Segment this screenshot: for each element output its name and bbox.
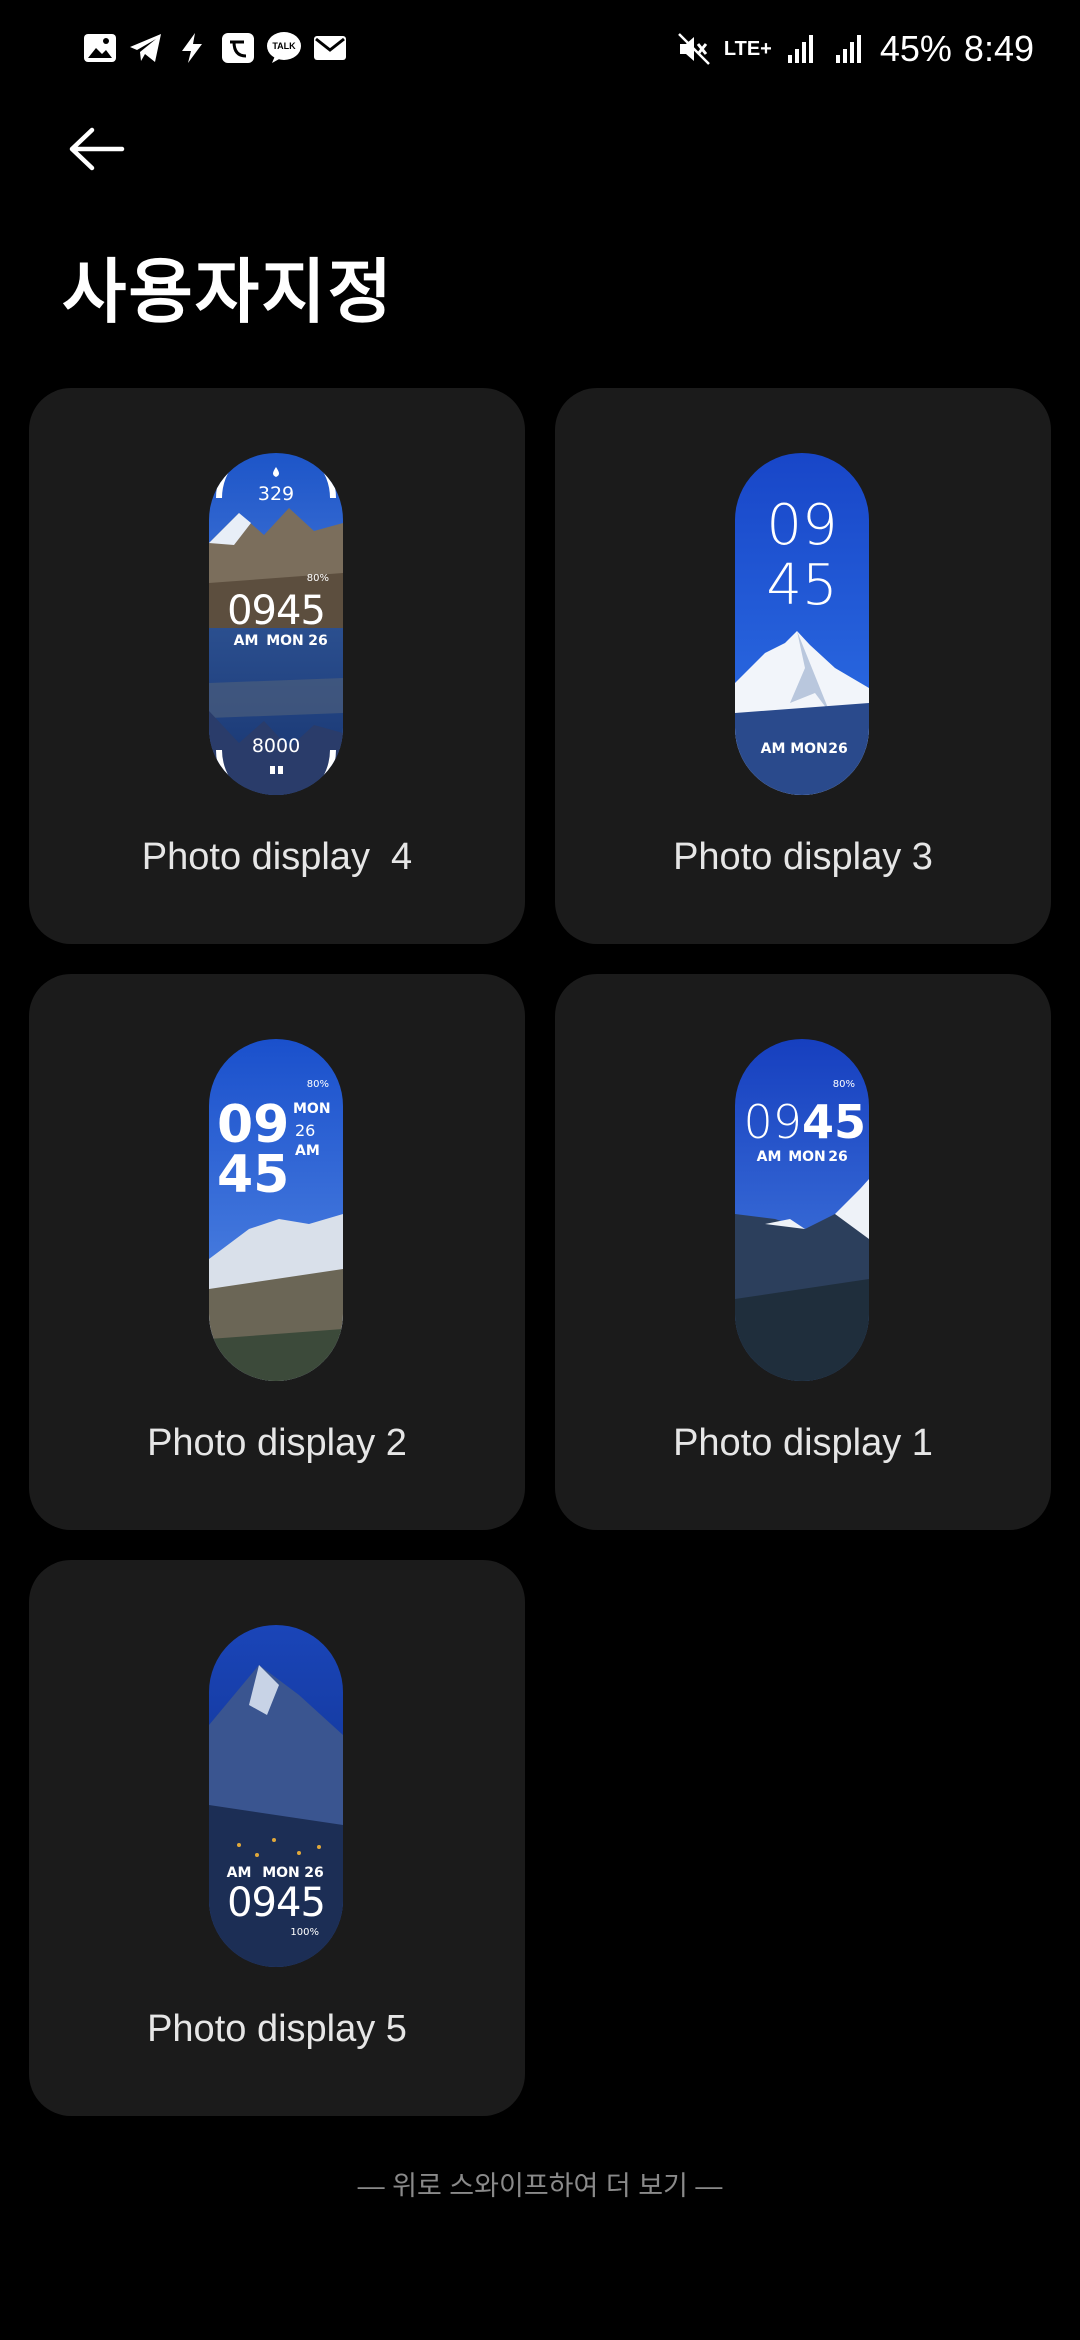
battery-status: 80% [832,1079,855,1090]
watchface-card-photo-display-2[interactable]: 80% 09 45 MON 26 AM Photo display 2 [29,974,525,1530]
watch-day: MON [266,633,304,649]
talk-badge-text: TALK [272,41,296,51]
watch-day: MON [262,1865,300,1881]
watchface-card-photo-display-3[interactable]: 09 45 AM MON 26 Photo display 3 [555,388,1051,944]
watch-date: 26 [308,633,328,649]
card-label: Photo display 1 [673,1422,933,1464]
card-label: Photo display 2 [147,1422,407,1464]
watch-hour: 09 [766,493,838,558]
signal-icon-1 [787,35,813,63]
watch-ampm: AM [760,741,786,757]
watch-date: 26 [828,1149,848,1165]
watch-ampm: AM [226,1865,252,1881]
talk-icon: TALK [266,30,302,66]
watch-date: 26 [295,1121,316,1140]
steps-value: 8000 [251,735,301,757]
watch-ampm: AM [756,1149,782,1165]
watch-time: 0945 [227,588,326,634]
card-label: Photo display 4 [141,836,413,878]
watchface-preview: 80% 09 45 MON 26 AM [209,1039,343,1381]
card-label: Photo display 3 [673,836,933,878]
watch-minute: 45 [217,1145,290,1205]
card-label: Photo display 5 [147,2008,407,2050]
watch-minute: 45 [802,1095,867,1149]
watchface-preview: 329 80% 0945 AM MON 26 8000 [209,453,343,795]
signal-icon-2 [835,35,861,63]
battery-percentage: 45% [879,28,952,69]
calories-value: 329 [257,483,295,505]
watchface-card-photo-display-4[interactable]: 329 80% 0945 AM MON 26 8000 Photo displa… [29,388,525,944]
page-title: 사용자지정 [62,253,394,331]
telegram-icon [130,34,161,62]
watchface-preview: AM MON 26 0945 100% [209,1625,343,1967]
network-type: LTE+ [723,38,772,60]
mail-icon [314,36,346,60]
system-status: LTE+ 45% 8:49 [676,28,1034,70]
back-arrow-icon[interactable] [66,124,126,174]
watchface-card-photo-display-5[interactable]: AM MON 26 0945 100% Photo display 5 [29,1560,525,2116]
mute-icon [678,33,710,65]
battery-status: 80% [306,573,329,584]
watch-day: MON [293,1101,331,1117]
watchface-preview: 09 45 AM MON 26 [735,453,869,795]
watch-time: 0945 [227,1880,326,1926]
watch-day: MON [788,1149,826,1165]
mountain-valley-image [209,1039,343,1381]
watch-hour: 09 [743,1095,802,1149]
watchface-card-photo-display-1[interactable]: 80% 09 45 AM MON 26 Photo display 1 [555,974,1051,1530]
gallery-icon [84,34,116,62]
watch-date: 26 [304,1865,324,1881]
glacier-mountain-image [735,1039,869,1381]
watch-ampm: AM [295,1143,320,1159]
battery-status: 80% [306,1079,329,1090]
swipe-up-hint: — 위로 스와이프하여 더 보기 — [357,2171,723,2201]
app-icon [222,33,254,63]
watch-minute: 45 [766,553,838,618]
watchface-preview: 80% 09 45 AM MON 26 [735,1039,869,1381]
bolt-icon [182,33,202,63]
notification-icons: TALK [82,30,348,66]
clock: 8:49 [963,28,1034,69]
battery-status: 100% [290,1927,319,1938]
watch-date: 26 [828,741,848,757]
status-bar: TALK LTE+ 45% 8:49 [0,0,1080,100]
